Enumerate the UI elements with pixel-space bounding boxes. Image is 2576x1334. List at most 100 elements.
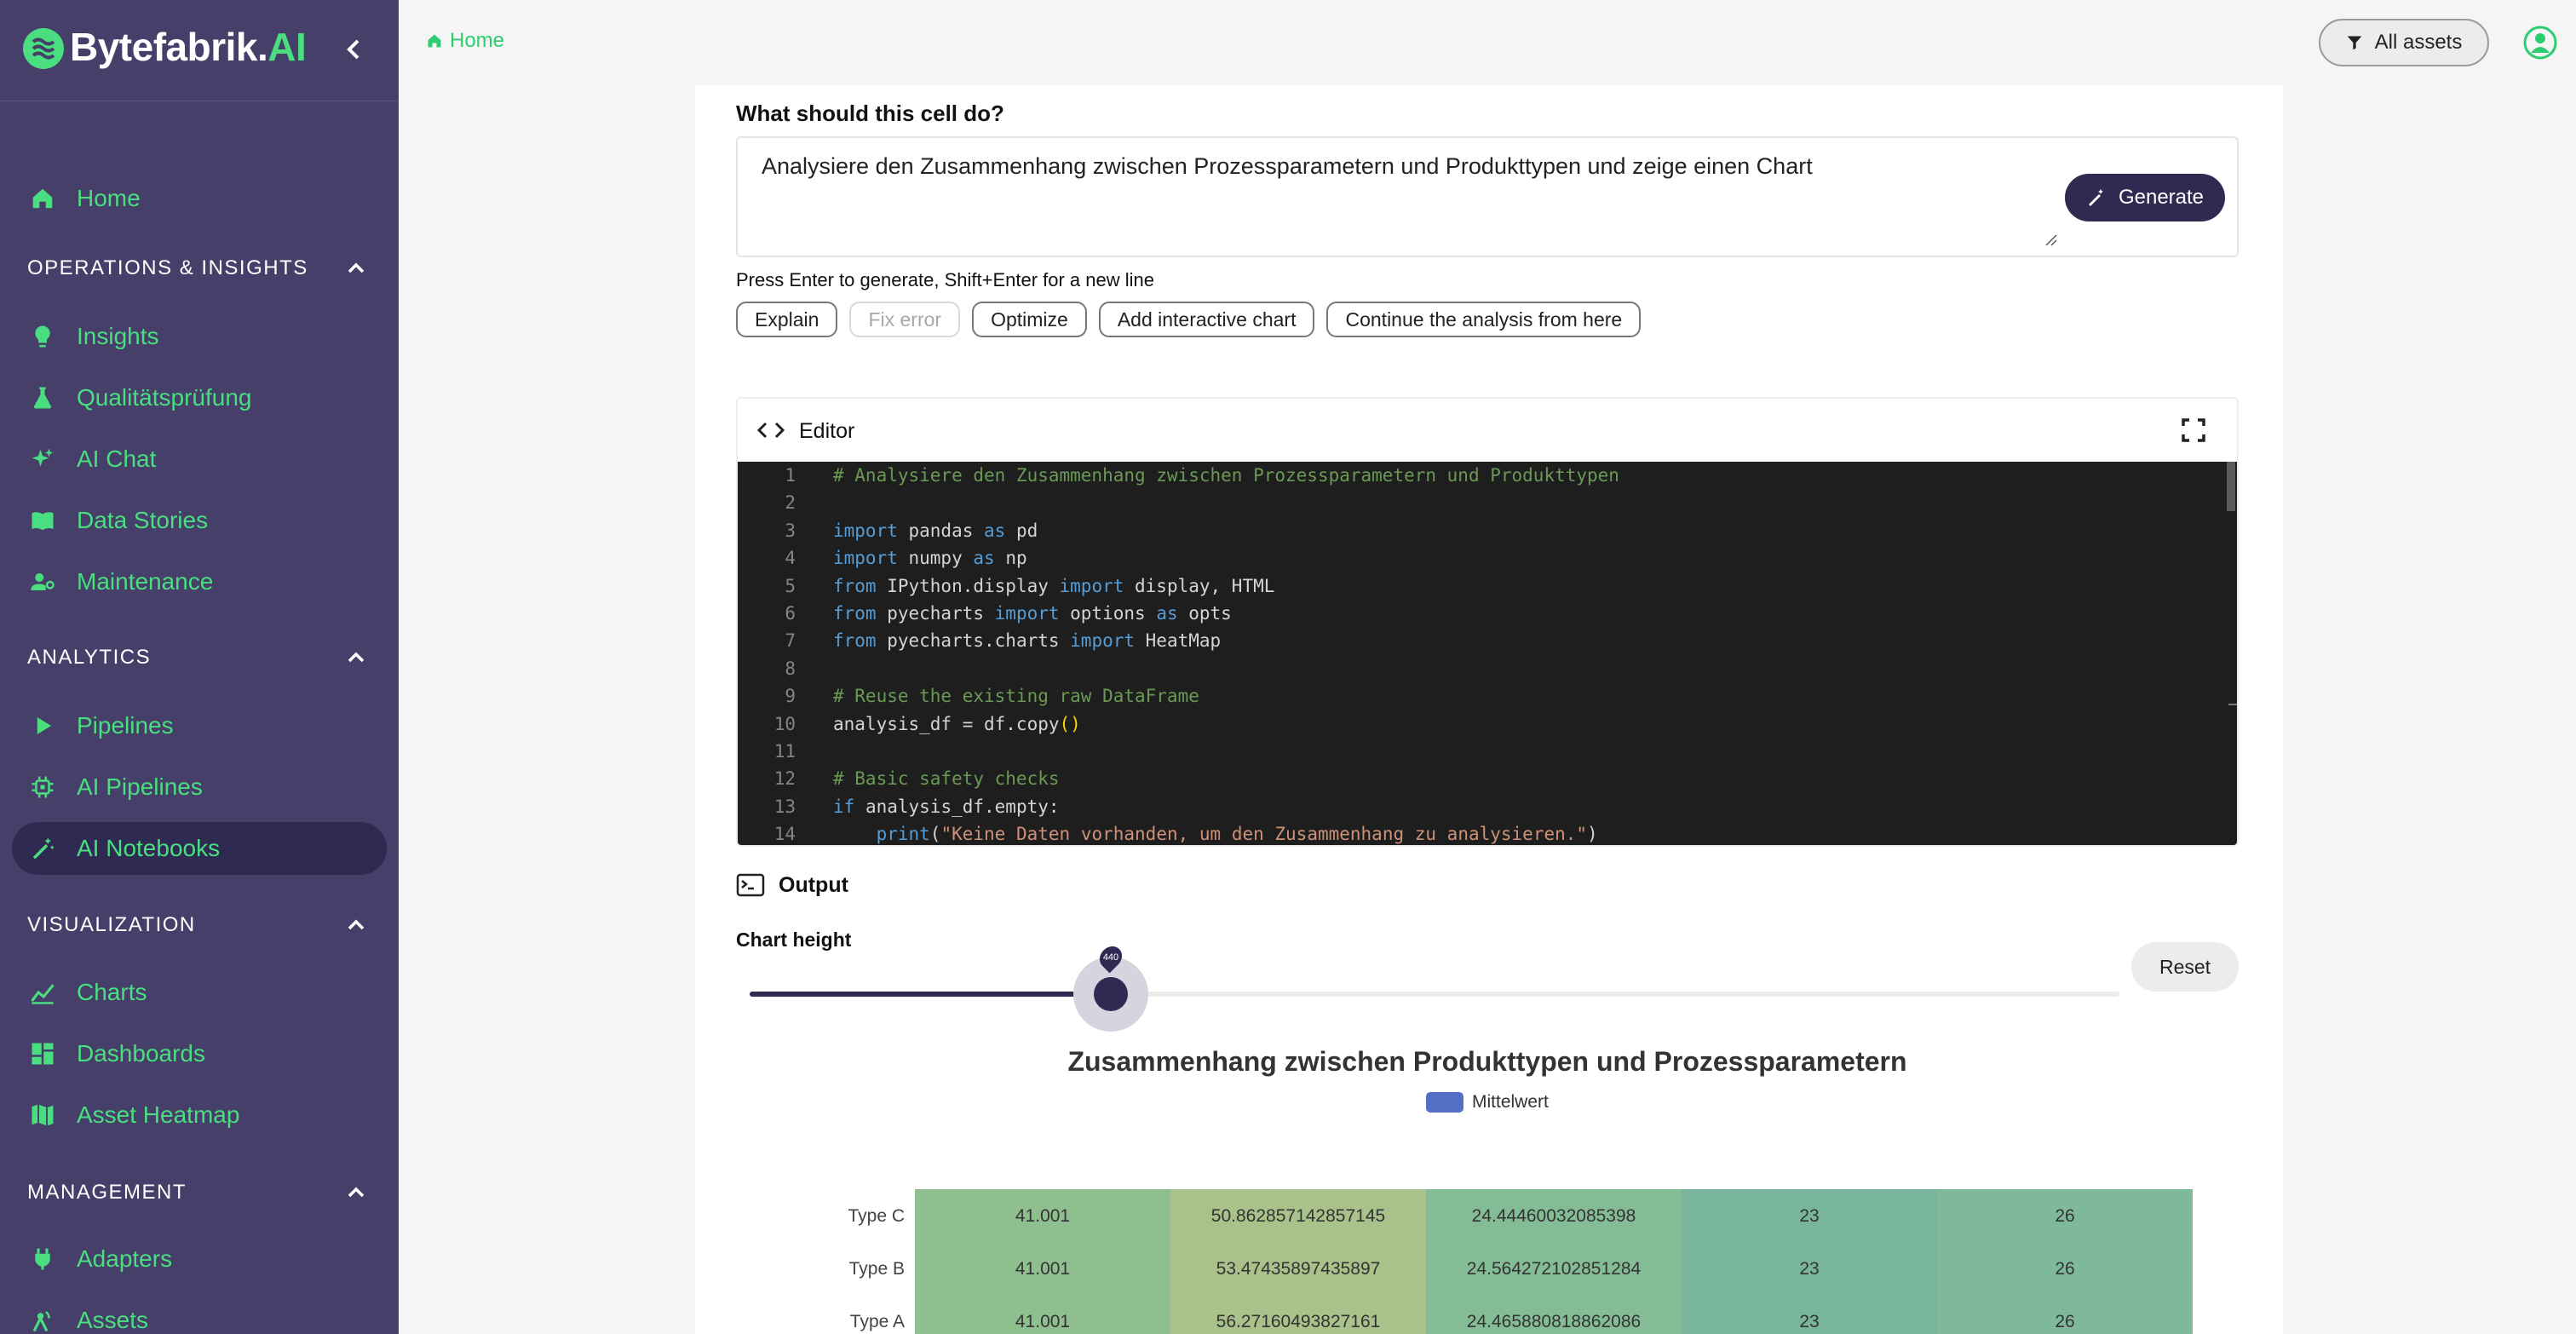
- breadcrumb-home[interactable]: Home: [426, 29, 504, 53]
- terminal-icon: [736, 873, 765, 897]
- code-text: if analysis_df.empty:: [833, 796, 1060, 817]
- prompt-input[interactable]: Analysiere den Zusammenhang zwischen Pro…: [736, 136, 2239, 257]
- chevron-up-icon: [348, 919, 365, 930]
- editor-header: Editor: [738, 399, 2237, 462]
- magic-wand-icon: [27, 833, 58, 864]
- heatmap-cell-label: 24.564272102851284: [1467, 1259, 1642, 1279]
- dashboard-icon: [27, 1038, 58, 1069]
- sidebar-item-adapters[interactable]: Adapters: [12, 1233, 387, 1285]
- prompt-heading: What should this cell do?: [736, 101, 1004, 126]
- flask-icon: [27, 382, 58, 413]
- add-interactive-chart-button[interactable]: Add interactive chart: [1098, 302, 1315, 337]
- continue-analysis-button[interactable]: Continue the analysis from here: [1326, 302, 1642, 337]
- heatmap-cell-label: 53.47435897435897: [1216, 1259, 1381, 1279]
- sidebar: Bytefabrik.AI Home OPERATIONS & INSIGHTS…: [0, 0, 399, 1334]
- heatmap-cell-label: 41.001: [1015, 1259, 1070, 1279]
- chart-legend[interactable]: Mittelwert: [1426, 1092, 1549, 1113]
- line-number: 9: [785, 686, 796, 707]
- play-icon: [27, 710, 58, 741]
- heatmap-cell-label: 23: [1799, 1259, 1819, 1279]
- sidebar-item-label: Asset Heatmap: [77, 1101, 240, 1128]
- heatmap-cell-label: 50.862857142857145: [1211, 1206, 1385, 1226]
- sidebar-item-label: AI Pipelines: [77, 773, 203, 800]
- plug-icon: [27, 1244, 58, 1274]
- scrollbar-marker: [2228, 704, 2237, 705]
- heatmap-cell-label: 41.001: [1015, 1312, 1070, 1331]
- sidebar-item-maintenance[interactable]: Maintenance: [12, 555, 387, 608]
- line-number: 4: [785, 548, 796, 569]
- editor-scrollbar[interactable]: [2227, 462, 2235, 511]
- row-label: Type C: [848, 1206, 905, 1226]
- section-management[interactable]: MANAGEMENT: [27, 1176, 368, 1210]
- sidebar-item-data-stories[interactable]: Data Stories: [12, 494, 387, 547]
- sidebar-item-label: Home: [77, 185, 141, 211]
- line-number: 5: [785, 575, 796, 596]
- collapse-sidebar-button[interactable]: [337, 32, 371, 66]
- book-icon: [27, 505, 58, 536]
- sidebar-item-dashboards[interactable]: Dashboards: [12, 1027, 387, 1080]
- sidebar-item-assets[interactable]: Assets: [12, 1294, 387, 1334]
- fullscreen-icon[interactable]: [2181, 417, 2206, 443]
- code-text: analysis_df = df.copy(): [833, 713, 1081, 734]
- section-analytics[interactable]: ANALYTICS: [27, 641, 368, 675]
- action-chips: Explain Fix error Optimize Add interacti…: [736, 302, 1642, 337]
- user-account-icon[interactable]: [2523, 26, 2557, 60]
- editor-title: Editor: [799, 419, 855, 443]
- explain-button[interactable]: Explain: [736, 302, 838, 337]
- line-number: 12: [773, 768, 796, 790]
- logo-row: Bytefabrik.AI: [0, 0, 399, 101]
- section-title: VISUALIZATION: [27, 913, 196, 936]
- magic-wand-icon: [2088, 189, 2103, 206]
- all-assets-filter-button[interactable]: All assets: [2319, 19, 2489, 66]
- chevron-up-icon: [348, 652, 365, 663]
- output-header: Output: [736, 872, 848, 898]
- section-title: ANALYTICS: [27, 646, 152, 669]
- line-number: 10: [773, 713, 796, 734]
- sidebar-item-label: AI Chat: [77, 446, 157, 472]
- heatmap-cell-label: 23: [1799, 1312, 1819, 1331]
- optimize-button[interactable]: Optimize: [972, 302, 1087, 337]
- output-title: Output: [779, 872, 848, 897]
- code-editor[interactable]: 1 # Analysiere den Zusammenhang zwischen …: [738, 462, 2237, 845]
- line-number: 14: [773, 824, 796, 845]
- sidebar-item-asset-heatmap[interactable]: Asset Heatmap: [12, 1089, 387, 1141]
- sidebar-item-home[interactable]: Home: [12, 172, 387, 225]
- prompt-text[interactable]: Analysiere den Zusammenhang zwischen Pro…: [762, 153, 1813, 180]
- heatmap-cell-label: 23: [1799, 1206, 1819, 1226]
- line-number: 6: [785, 603, 796, 624]
- top-bar: Home All assets: [399, 0, 2576, 85]
- chart-height-slider-thumb[interactable]: [1094, 977, 1128, 1011]
- antenna-icon: [27, 1305, 58, 1334]
- code-text: from pyecharts.charts import HeatMap: [833, 630, 1222, 652]
- section-visualization[interactable]: VISUALIZATION: [27, 908, 368, 942]
- lightbulb-icon: [27, 321, 58, 352]
- sidebar-item-insights[interactable]: Insights: [12, 310, 387, 363]
- line-number: 13: [773, 796, 796, 817]
- line-number: 2: [785, 492, 796, 514]
- heatmap-cell-label: 56.27160493827161: [1216, 1312, 1381, 1331]
- chip-icon: [27, 772, 58, 802]
- sidebar-item-label: AI Notebooks: [77, 835, 221, 861]
- sidebar-item-ai-pipelines[interactable]: AI Pipelines: [12, 761, 387, 814]
- sidebar-item-ai-notebooks[interactable]: AI Notebooks: [12, 822, 387, 875]
- code-text: from IPython.display import display, HTM…: [833, 575, 1275, 596]
- sidebar-item-label: Qualitätsprüfung: [77, 384, 252, 411]
- sidebar-item-label: Insights: [77, 323, 159, 349]
- line-number: 8: [785, 658, 796, 679]
- reset-button[interactable]: Reset: [2131, 942, 2239, 992]
- code-text: print("Keine Daten vorhanden, um den Zus…: [876, 824, 1598, 845]
- sidebar-item-qualitaetspruefung[interactable]: Qualitätsprüfung: [12, 371, 387, 424]
- sidebar-item-ai-chat[interactable]: AI Chat: [12, 433, 387, 486]
- heatmap-chart: Type C 41.001 50.862857142857145 24.4446003…: [848, 1189, 2193, 1334]
- heatmap-cell-label: 26: [2055, 1259, 2074, 1279]
- chevron-up-icon: [348, 1187, 365, 1198]
- resize-grip-icon[interactable]: [2043, 232, 2058, 247]
- legend-label: Mittelwert: [1472, 1092, 1549, 1112]
- section-operations-insights[interactable]: OPERATIONS & INSIGHTS: [27, 251, 368, 285]
- sidebar-item-pipelines[interactable]: Pipelines: [12, 699, 387, 752]
- line-number: 3: [785, 520, 796, 541]
- generate-button[interactable]: Generate: [2065, 174, 2225, 221]
- section-title: OPERATIONS & INSIGHTS: [27, 256, 308, 279]
- code-text: from pyecharts import options as opts: [833, 603, 1232, 624]
- sidebar-item-charts[interactable]: Charts: [12, 966, 387, 1019]
